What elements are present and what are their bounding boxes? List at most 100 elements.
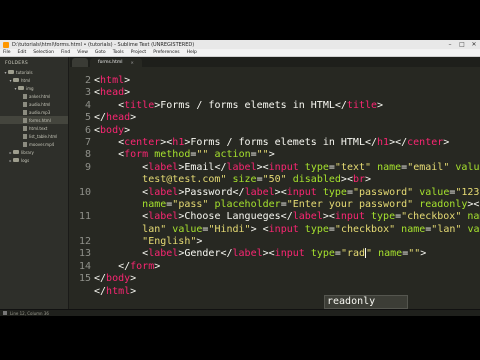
line-number: 9 — [84, 161, 91, 173]
code-token: center — [124, 136, 161, 148]
sidebar-folder[interactable]: ▾ html — [0, 76, 68, 84]
code-line[interactable]: </form> — [94, 261, 480, 273]
code-token: disabled — [292, 174, 341, 186]
code-token: >< — [274, 186, 287, 198]
tab-forms-html[interactable]: forms.html ✕ — [90, 58, 142, 67]
code-line[interactable]: <label>Password</label><input type="pass… — [94, 187, 480, 199]
code-line[interactable]: test@test.com" size="50" disabled><br> — [94, 174, 480, 186]
code-token: h1 — [172, 136, 185, 148]
code-token: name — [401, 223, 426, 235]
code-line[interactable]: <title>Forms / forms elemets in HTML</ti… — [94, 100, 480, 112]
tree-item-label: html.text — [29, 125, 48, 131]
tab-untitled[interactable] — [72, 58, 88, 67]
menu-help[interactable]: Help — [187, 50, 197, 55]
code-token: Choose Langueges — [184, 211, 281, 223]
autocomplete-item[interactable]: readonly — [327, 296, 375, 307]
code-line[interactable]: </html> — [94, 286, 480, 298]
code-token: Gender — [184, 248, 221, 260]
menu-tools[interactable]: Tools — [113, 50, 124, 55]
sidebar-file[interactable]: audio.mp3 — [0, 108, 68, 116]
code-token: type — [322, 186, 347, 198]
code-token: test@test.com" — [142, 174, 227, 186]
code-line[interactable]: <body> — [94, 125, 480, 137]
menu-goto[interactable]: Goto — [95, 50, 106, 55]
status-icon[interactable] — [3, 311, 7, 315]
menu-edit[interactable]: Edit — [18, 50, 27, 55]
code-area[interactable]: <html> <head> <title>Forms / forms elemet… — [94, 75, 480, 298]
tab-close-icon[interactable]: ✕ — [131, 60, 134, 65]
sidebar-file[interactable]: html.text — [0, 124, 68, 132]
code-line[interactable]: "English"> — [94, 236, 480, 248]
code-token: html — [106, 285, 131, 297]
code-token: >< — [262, 248, 275, 260]
code-line[interactable]: <label>Email</label><input type="text" n… — [94, 162, 480, 174]
maximize-icon[interactable]: □ — [456, 40, 468, 49]
line-number: 6 — [84, 124, 91, 136]
code-token: form — [130, 260, 155, 272]
code-token: title — [124, 99, 155, 111]
sidebar-file[interactable]: list_table.html — [0, 132, 68, 140]
code-line[interactable]: <label>Gender</label><input type="rad" n… — [94, 248, 480, 260]
code-line[interactable]: <head> — [94, 87, 480, 99]
close-icon[interactable]: ✕ — [468, 40, 480, 49]
sidebar-file[interactable]: audio.html — [0, 100, 68, 108]
code-token: >< — [467, 198, 480, 210]
sidebar-folder[interactable]: ▾ img — [0, 84, 68, 92]
code-token: value — [419, 186, 450, 198]
line-number: 2 — [84, 75, 91, 86]
sidebar-file[interactable]: moover.mp4 — [0, 140, 68, 148]
code-token: label — [148, 186, 179, 198]
code-line[interactable]: <form method="" action=""> — [94, 149, 480, 161]
code-token: Email — [184, 161, 215, 173]
menu-file[interactable]: File — [3, 50, 11, 55]
menu-selection[interactable]: Selection — [33, 50, 54, 55]
code-token: "English" — [142, 236, 197, 248]
line-number: 3 — [84, 87, 91, 99]
code-line[interactable]: lan" value="Hindi"> <input type="checkbo… — [94, 224, 480, 236]
code-line[interactable]: </head> — [94, 112, 480, 124]
code-token: name — [378, 248, 403, 260]
code-token: "text" — [334, 161, 372, 173]
sidebar-folder[interactable]: ▸ library — [0, 148, 68, 156]
line-number: 5 — [84, 112, 91, 124]
code-token: > — [377, 99, 384, 111]
title-bar: D:\tutorials\html\forms.html • (tutorial… — [0, 40, 480, 49]
tree-item-label: tutorials — [16, 69, 33, 75]
code-token: "123" — [455, 186, 480, 198]
minimize-icon[interactable]: – — [444, 40, 456, 49]
autocomplete-popup[interactable]: readonly — [324, 295, 408, 309]
code-token: lan" — [142, 223, 167, 235]
code-line[interactable]: <html> — [94, 75, 480, 87]
sidebar-folder[interactable]: ▾ tutorials — [0, 68, 68, 76]
code-token: > — [365, 174, 372, 186]
code-token: > — [130, 112, 137, 124]
code-line[interactable]: name="pass" placeholder="Enter your pass… — [94, 199, 480, 211]
menu-project[interactable]: Project — [131, 50, 146, 55]
code-token: >< — [256, 161, 269, 173]
menu-view[interactable]: View — [77, 50, 88, 55]
folder-icon — [13, 158, 19, 162]
menu-find[interactable]: Find — [61, 50, 70, 55]
code-line[interactable]: </body> — [94, 273, 480, 285]
code-token: "Hindi" — [208, 223, 251, 235]
code-token: </ — [214, 161, 227, 173]
code-line[interactable]: <label>Choose Langueges</label><input ty… — [94, 211, 480, 223]
code-token: label — [232, 248, 263, 260]
code-token: "email" — [407, 161, 450, 173]
menu-preferences[interactable]: Preferences — [153, 50, 179, 55]
sidebar-file[interactable]: forms.html — [0, 116, 68, 124]
sidebar-file[interactable]: anker.html — [0, 92, 68, 100]
folder-icon — [13, 150, 19, 154]
code-editor[interactable]: 2 3 4 5 6 7 8 9 10 11 12 13 14 15 <html> <head> <title… — [70, 67, 480, 309]
code-token: Forms / forms elemets in HTML — [190, 136, 365, 148]
status-bar: Line 12, Column 36 — [0, 309, 480, 316]
code-line[interactable]: <center><h1>Forms / forms elemets in HTM… — [94, 137, 480, 149]
code-token: "lan" — [431, 223, 462, 235]
code-token: </ — [94, 285, 107, 297]
sidebar-folder[interactable]: ▸ logs — [0, 156, 68, 164]
